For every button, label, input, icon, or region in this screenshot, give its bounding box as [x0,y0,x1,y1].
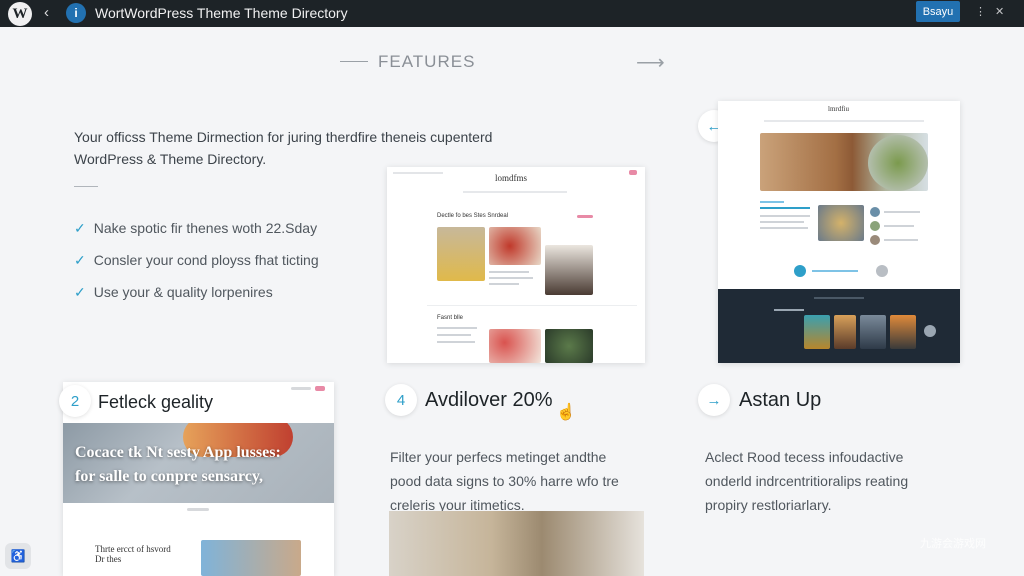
check-icon: ✓ [74,219,86,236]
mock-text-line [760,215,810,217]
hero-line-2: for salle to conpre sensarcy, [75,468,263,485]
mock-photo-salad [868,135,928,191]
mock-text-line [760,227,808,229]
mock-text-line [884,211,920,213]
card-text-2: Dr thes [95,554,122,564]
mock-footer-dot [924,325,936,337]
heading-rule-left [340,61,368,62]
step-badge-4: 4 [385,384,417,416]
arrow-right-badge[interactable]: → [698,384,730,416]
mock-text-line [437,341,475,343]
mock-footer-line [814,297,864,299]
check-icon: ✓ [74,251,86,268]
mock-text-line [489,283,519,285]
card-tag [315,386,325,391]
mock-avatar [876,265,888,277]
pointer-cursor-icon: ☝ [556,404,576,421]
list-item: ✓ Consler your cond ployss fhat ticting [74,251,319,269]
mock-text-line [760,221,804,223]
mock-nav [393,172,443,174]
feature-checklist: ✓ Nake spotic fir thenes woth 22.Sday ✓ Co… [74,212,319,308]
mock-link-line [760,207,810,209]
column-desc-3: Aclect Rood tecess infoudactive onderld … [705,449,909,513]
info-icon[interactable]: i [66,3,86,23]
mock-photo-woman [545,245,593,295]
top-bar: W ‹ i WortWordPress Theme Theme Director… [0,0,1024,27]
mock-text-line [884,225,914,227]
mock-link-line [812,270,858,272]
card-dots [291,387,311,390]
primary-action-button[interactable]: Bsayu [916,1,960,22]
intro-text: Your officss Theme Dirmection for juring… [74,126,574,170]
wordpress-logo[interactable]: W [8,2,32,26]
mock-photo-person [437,227,485,281]
list-item: ✓ Nake spotic fir thenes woth 22.Sday [74,219,318,237]
section-heading: FEATURES [378,52,476,71]
mock-menu [764,120,924,122]
mock-thumb [870,221,880,231]
hero-line-1: Cocace tk Nt sesty App lusses: [75,444,281,461]
mock-tag [629,170,637,175]
window-title: WortWordPress Theme Theme Directory [95,5,348,21]
mock-menu [463,191,567,193]
pager-dots [187,508,209,511]
card-text-1: Thrte ercct of hsvord [95,544,171,554]
mock-footer-photo [890,315,916,349]
column-title-1: Fetleck geality [98,392,214,412]
intro-divider [74,186,98,187]
mock-footer-photo [860,315,886,349]
arrow-right-icon[interactable]: ⟶ [636,50,665,75]
mock-brand: lomdfms [495,173,528,183]
list-item: ✓ Use your & quality lorpenires [74,283,273,301]
card-photo [201,540,301,576]
check-icon: ✓ [74,283,86,300]
mock-photo-roses [489,329,541,363]
mock-footer-photo [804,315,830,349]
column-title-3: Astan Up [739,389,822,411]
mock-thumb [870,207,880,217]
step-badge-2: 2 [59,385,91,417]
accessibility-icon[interactable]: ♿ [5,543,31,569]
mock-footer-photo [834,315,856,349]
mock-link-line [760,201,784,203]
mock-text-line [884,239,918,241]
column-photo-2 [389,511,644,576]
column-desc-2: Filter your perfecs metinget andthe pood… [390,449,619,513]
mock-text-line [489,277,533,279]
mock-photo-dish [818,205,864,241]
mock-text-line [489,271,529,273]
chevron-left-icon[interactable]: ‹ [44,4,49,21]
mock-thumb [870,235,880,245]
mock-divider [427,305,637,306]
close-icon[interactable]: ✕ [995,5,1004,18]
theme-preview-right[interactable]: lmrdfiu [718,101,960,363]
column-title-2: Avdilover 20% [425,389,553,411]
hero-image: Cocace tk Nt sesty App lusses: for salle… [63,423,334,503]
mock-photo-food [489,227,541,265]
mock-subheading: Fasnt blle [437,315,464,321]
more-vertical-icon[interactable]: ⋮ [975,5,986,18]
mock-heading: Dectle fo bes Stes Snrdeal [437,213,509,219]
mock-avatar [794,265,806,277]
mock-text-line [437,327,477,329]
mock-text-line [437,334,471,336]
watermark: 九游会游戏网 [920,538,986,550]
mock-footer-line [774,309,804,311]
mock-brand: lmrdfiu [828,105,849,113]
intro-line-1: Your officss Theme Dirmection for juring… [74,129,493,145]
theme-preview-center[interactable]: lomdfms Dectle fo bes Stes Snrdeal Fasnt… [387,167,645,363]
mock-tag-red [577,215,593,218]
mock-photo-bowl [545,329,593,363]
